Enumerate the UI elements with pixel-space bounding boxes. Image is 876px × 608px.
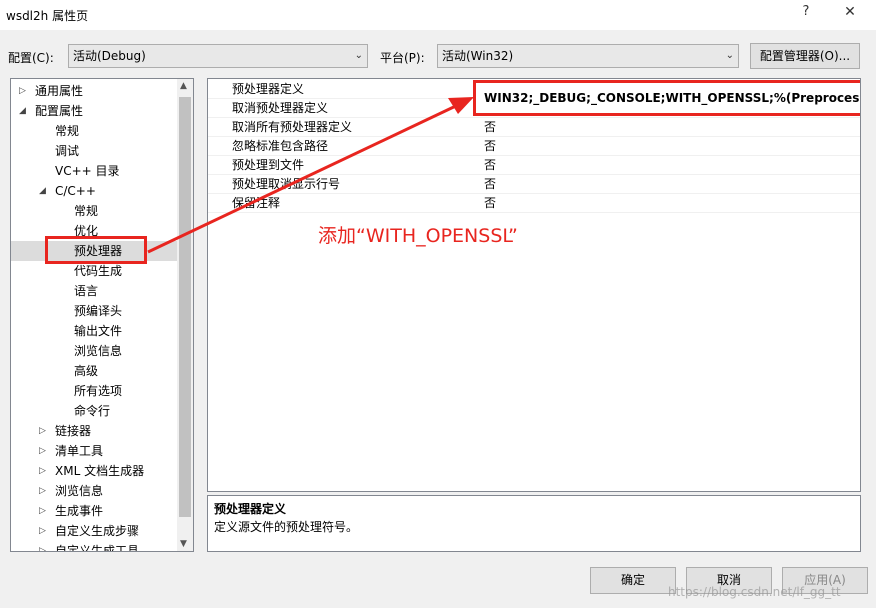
- property-name: 预处理到文件: [232, 158, 305, 172]
- property-row[interactable]: 预处理到文件 否: [208, 156, 860, 175]
- tree-item-label: 语言: [74, 284, 99, 298]
- tree-item-label: 生成事件: [55, 504, 104, 518]
- annotation-box: [45, 236, 147, 264]
- tree-item-label: XML 文档生成器: [55, 464, 145, 478]
- tree-item[interactable]: ▷ 生成事件: [11, 501, 177, 521]
- tree-item[interactable]: ▷ 自定义生成步骤: [11, 521, 177, 541]
- property-row[interactable]: 预处理取消显示行号 否: [208, 175, 860, 194]
- tree-item-label: 调试: [55, 144, 80, 158]
- platform-dropdown[interactable]: 活动(Win32) ⌄: [437, 44, 739, 68]
- tree-item[interactable]: 代码生成: [11, 261, 177, 281]
- expand-arrow-icon[interactable]: ▷: [39, 421, 46, 441]
- tree-item[interactable]: 高级: [11, 361, 177, 381]
- chevron-down-icon: ⌄: [354, 50, 363, 61]
- tree-item[interactable]: 调试: [11, 141, 177, 161]
- property-tree: ▷ 通用属性 ◢ 配置属性 常规 调试 VC++ 目录 ◢ C/C++ 常规 优化 预处理器 代码生成语…: [10, 78, 194, 552]
- property-value[interactable]: 否: [484, 118, 496, 137]
- property-row[interactable]: 保留注释 否: [208, 194, 860, 213]
- platform-label: 平台(P):: [380, 51, 425, 65]
- annotation-text: 添加“WITH_OPENSSL”: [318, 225, 518, 247]
- title-bar: wsdl2h 属性页 ? ✕: [0, 0, 876, 30]
- expand-arrow-icon[interactable]: ▷: [39, 541, 46, 551]
- config-value: 活动(Debug): [73, 49, 146, 63]
- close-button[interactable]: ✕: [840, 4, 860, 24]
- config-label: 配置(C):: [8, 51, 54, 65]
- tree-item[interactable]: 语言: [11, 281, 177, 301]
- property-name: 预处理取消显示行号: [232, 177, 341, 191]
- tree-item[interactable]: ▷ XML 文档生成器: [11, 461, 177, 481]
- tree-item-label: 链接器: [55, 424, 92, 438]
- tree-item-label: 清单工具: [55, 444, 104, 458]
- property-name: 取消所有预处理器定义: [232, 120, 353, 134]
- scroll-down-icon[interactable]: ▼: [180, 539, 187, 549]
- property-name: 预处理器定义: [232, 82, 305, 96]
- tree-scrollbar[interactable]: ▲ ▼: [177, 79, 193, 551]
- tree-item-label: 输出文件: [74, 324, 123, 338]
- property-row[interactable]: 取消所有预处理器定义 否: [208, 118, 860, 137]
- tree-item-label: 浏览信息: [74, 344, 123, 358]
- tree-item-label: 配置属性: [35, 104, 84, 118]
- tree-item-label: 代码生成: [74, 264, 123, 278]
- tree-item-label: 预编译头: [74, 304, 123, 318]
- tree-item[interactable]: 所有选项: [11, 381, 177, 401]
- property-grid: 预处理器定义 取消预处理器定义 取消所有预处理器定义否忽略标准包含路径否预处理到文件…: [207, 78, 861, 492]
- property-name: 保留注释: [232, 196, 281, 210]
- property-value[interactable]: 否: [484, 137, 496, 156]
- scroll-thumb[interactable]: [179, 97, 191, 517]
- tree-item-label: 所有选项: [74, 384, 123, 398]
- tree-item-label: 自定义生成步骤: [55, 524, 140, 538]
- ok-button[interactable]: 确定: [590, 567, 676, 594]
- platform-value: 活动(Win32): [442, 49, 514, 63]
- expand-arrow-icon[interactable]: ▷: [39, 501, 46, 521]
- window-title: wsdl2h 属性页: [6, 9, 89, 23]
- scroll-up-icon[interactable]: ▲: [180, 81, 187, 91]
- tree-item[interactable]: ▷ 自定义生成工具: [11, 541, 177, 552]
- expand-arrow-icon[interactable]: ▷: [19, 81, 26, 101]
- property-value[interactable]: 否: [484, 156, 496, 175]
- description-title: 预处理器定义: [214, 502, 287, 516]
- tree-item-label: 常规: [74, 204, 99, 218]
- tree-item[interactable]: ◢ C/C++: [11, 181, 177, 201]
- preprocessor-definitions-value[interactable]: WIN32;_DEBUG;_CONSOLE;WITH_OPENSSL;%(Pre…: [473, 80, 860, 116]
- tree-item[interactable]: VC++ 目录: [11, 161, 177, 181]
- description-text: 定义源文件的预处理符号。: [214, 520, 359, 534]
- expand-arrow-icon[interactable]: ▷: [39, 441, 46, 461]
- tree-item-label: 自定义生成工具: [55, 544, 140, 552]
- tree-item[interactable]: 输出文件: [11, 321, 177, 341]
- property-row[interactable]: 忽略标准包含路径 否: [208, 137, 860, 156]
- tree-item[interactable]: 常规: [11, 121, 177, 141]
- tree-item-label: 常规: [55, 124, 80, 138]
- tree-item-label: C/C++: [55, 184, 96, 198]
- property-name: 忽略标准包含路径: [232, 139, 329, 153]
- tree-item[interactable]: 常规: [11, 201, 177, 221]
- tree-item-label: 高级: [74, 364, 99, 378]
- expand-arrow-icon[interactable]: ▷: [39, 461, 46, 481]
- chevron-down-icon: ⌄: [725, 50, 734, 61]
- tree-item[interactable]: 命令行: [11, 401, 177, 421]
- property-value[interactable]: 否: [484, 175, 496, 194]
- tree-item[interactable]: ▷ 清单工具: [11, 441, 177, 461]
- description-panel: 预处理器定义 定义源文件的预处理符号。: [207, 495, 861, 552]
- expand-arrow-icon[interactable]: ▷: [39, 481, 46, 501]
- property-value[interactable]: 否: [484, 194, 496, 213]
- tree-item[interactable]: ◢ 配置属性: [11, 101, 177, 121]
- tree-item[interactable]: ▷ 链接器: [11, 421, 177, 441]
- collapse-arrow-icon[interactable]: ◢: [39, 181, 46, 201]
- config-dropdown[interactable]: 活动(Debug) ⌄: [68, 44, 368, 68]
- preprocessor-definitions-text: WIN32;_DEBUG;_CONSOLE;WITH_OPENSSL;%(Pre…: [484, 91, 860, 105]
- tree-item[interactable]: ▷ 浏览信息: [11, 481, 177, 501]
- tree-item-label: 通用属性: [35, 84, 84, 98]
- tree-item-label: 命令行: [74, 404, 111, 418]
- expand-arrow-icon[interactable]: ▷: [39, 521, 46, 541]
- property-name: 取消预处理器定义: [232, 101, 329, 115]
- tree-item[interactable]: ▷ 通用属性: [11, 81, 177, 101]
- help-button[interactable]: ?: [796, 4, 816, 24]
- tree-item[interactable]: 浏览信息: [11, 341, 177, 361]
- tree-item-label: VC++ 目录: [55, 164, 120, 178]
- tree-item[interactable]: 预编译头: [11, 301, 177, 321]
- config-manager-button[interactable]: 配置管理器(O)...: [750, 43, 860, 69]
- watermark: https://blog.csdn.net/lf_gg_tt: [668, 585, 841, 599]
- collapse-arrow-icon[interactable]: ◢: [19, 101, 26, 121]
- tree-item-label: 浏览信息: [55, 484, 104, 498]
